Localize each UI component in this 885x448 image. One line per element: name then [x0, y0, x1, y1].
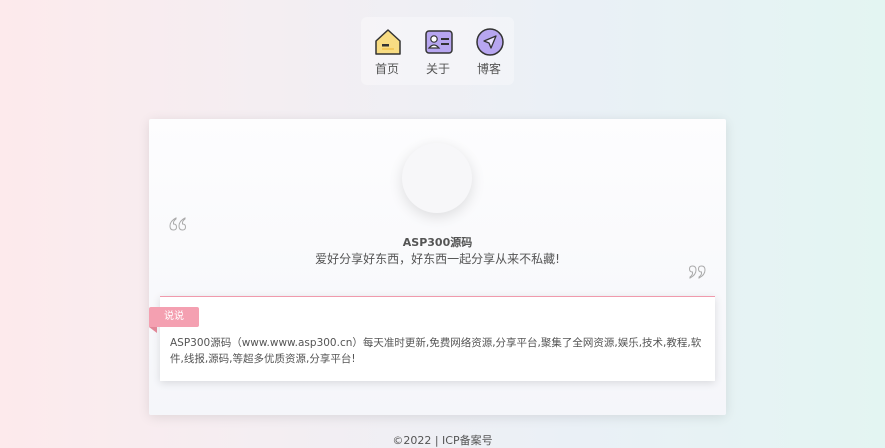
sayings-tag-fold — [149, 327, 157, 333]
close-quote-icon — [688, 265, 706, 279]
nav-label-blog: 博客 — [476, 62, 501, 76]
sayings-box: 说说 ASP300源码（www.www.asp300.cn）每天准时更新,免费网… — [149, 296, 715, 381]
profile-card: ASP300源码 爱好分享好东西，好东西一起分享从来不私藏! 说说 ASP300… — [149, 119, 726, 415]
home-icon — [375, 29, 401, 55]
footer-copyright: ©2022 | ICP备案号 — [392, 434, 493, 447]
nav-item-home[interactable]: 首页 — [362, 17, 412, 85]
profile-name: ASP300源码 — [402, 236, 473, 249]
sayings-tag: 说说 — [149, 307, 199, 327]
avatar — [402, 143, 472, 213]
open-quote-icon — [169, 217, 187, 231]
profile-motto: 爱好分享好东西，好东西一起分享从来不私藏! — [315, 252, 560, 266]
sayings-text: ASP300源码（www.www.asp300.cn）每天准时更新,免费网络资源… — [170, 337, 702, 365]
nav-label-home: 首页 — [374, 62, 399, 76]
id-card-icon — [425, 30, 453, 54]
nav-item-blog[interactable]: 博客 — [464, 17, 514, 85]
navigation-icon — [476, 28, 504, 56]
nav-item-about[interactable]: 关于 — [413, 17, 463, 85]
top-nav: 首页 关于 博客 — [361, 17, 514, 85]
nav-label-about: 关于 — [425, 62, 450, 76]
